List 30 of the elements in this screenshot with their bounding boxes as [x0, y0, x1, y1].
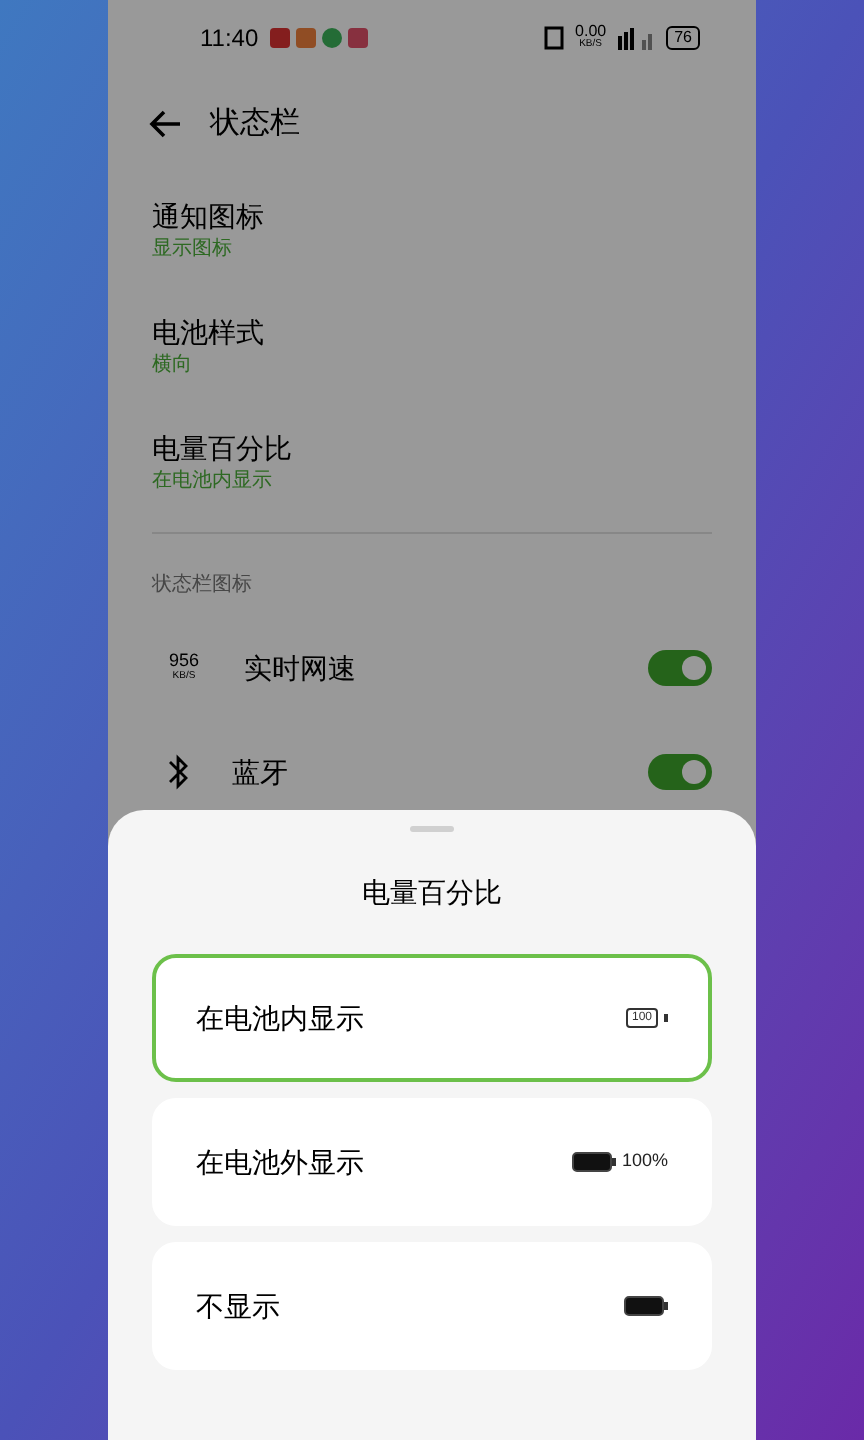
settings-item[interactable]: 通知图标 显示图标: [108, 172, 756, 288]
settings-item[interactable]: 电量百分比 在电池内显示: [108, 404, 756, 520]
app-notification-icon: [270, 26, 371, 50]
option-card[interactable]: 在电池外显示 100%: [152, 1098, 712, 1226]
item-label: 通知图标: [152, 198, 266, 236]
settings-item[interactable]: 电池样式 横向: [108, 288, 756, 404]
item-value: 横向: [152, 352, 194, 380]
clock-text: 11:40: [200, 22, 259, 56]
battery-icon: [624, 1296, 668, 1316]
speed-value: 956: [168, 652, 200, 668]
sheet-title: 电量百分比: [362, 874, 502, 912]
page-title: 状态栏: [210, 103, 300, 144]
row-label: 蓝牙: [232, 753, 288, 791]
item-value: 在电池内显示: [152, 468, 274, 496]
row-label: 实时网速: [244, 649, 356, 687]
item-label: 电量百分比: [152, 430, 294, 468]
battery-indicator: 76: [666, 26, 700, 50]
battery-text: 100%: [621, 1148, 668, 1175]
net-speed-text: 0.00: [575, 24, 607, 38]
bluetooth-icon: [164, 752, 192, 792]
option-card[interactable]: 不显示: [152, 1242, 712, 1370]
toggle-switch[interactable]: [648, 650, 712, 686]
battery-icon: [571, 1152, 616, 1172]
drag-handle[interactable]: [410, 826, 454, 832]
item-value: 显示图标: [152, 236, 234, 264]
signal-icon: [618, 27, 655, 49]
section-title: 状态栏图标: [150, 571, 254, 600]
item-label: 电池样式: [152, 314, 266, 352]
toggle-switch[interactable]: [648, 754, 712, 790]
back-icon[interactable]: [148, 108, 182, 140]
